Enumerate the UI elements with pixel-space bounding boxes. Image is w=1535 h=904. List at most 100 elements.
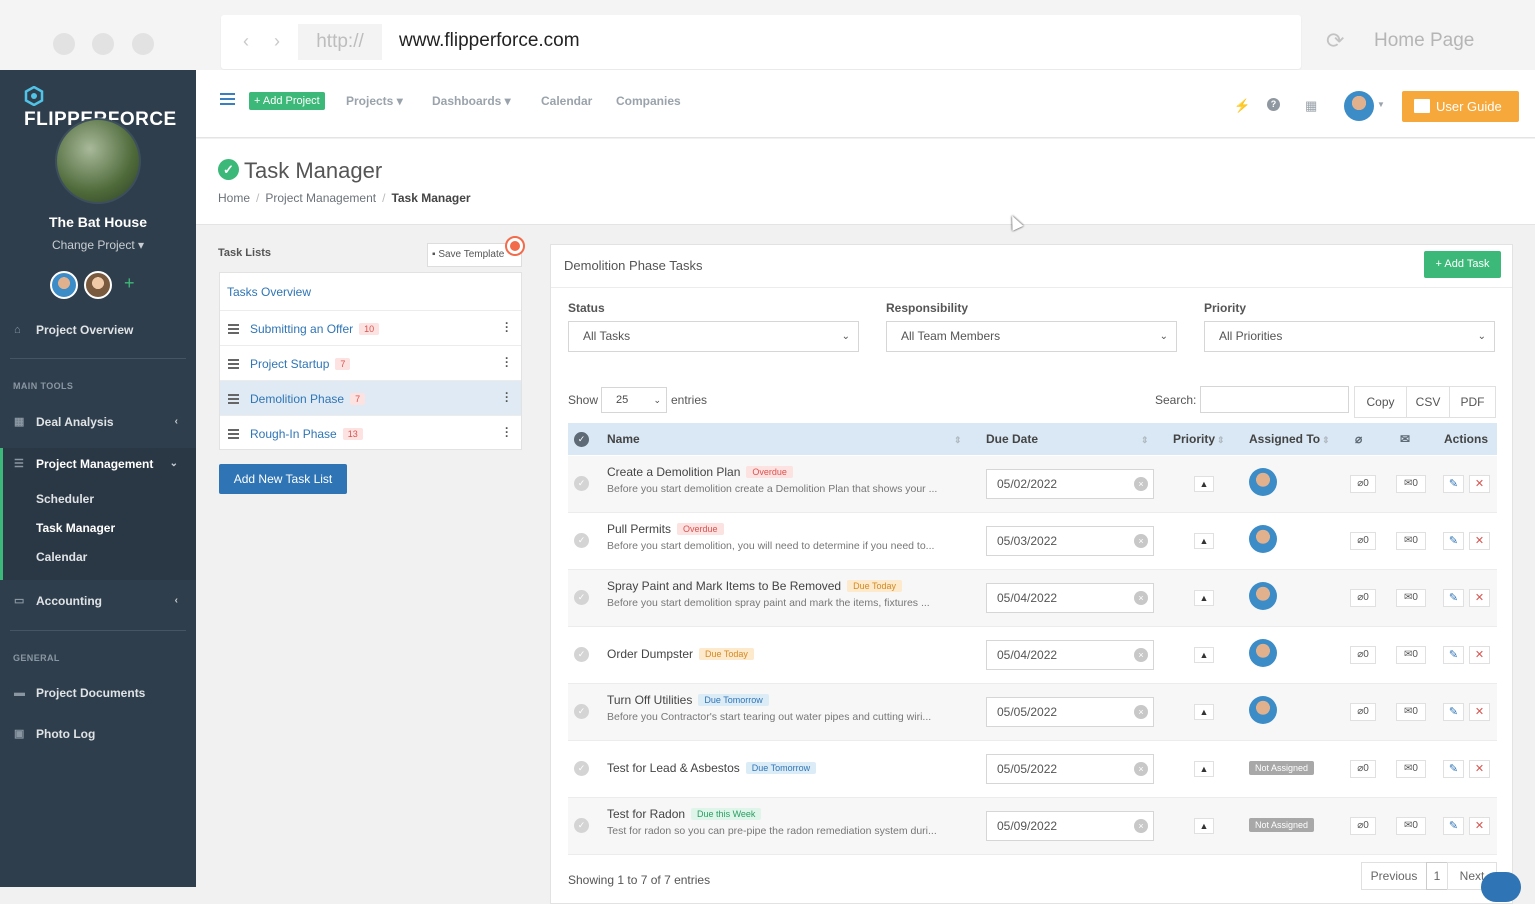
delete-icon[interactable]: ✕	[1469, 703, 1490, 721]
table-row[interactable]: ✓ Spray Paint and Mark Items to Be Remove…	[568, 570, 1497, 627]
due-date-input[interactable]: 05/03/2022 ×	[986, 526, 1154, 556]
csv-button[interactable]: CSV	[1406, 386, 1450, 418]
chat-bubble-icon[interactable]	[1481, 872, 1521, 902]
window-dot[interactable]	[132, 33, 154, 55]
col-priority[interactable]: Priority ⇕	[1173, 432, 1225, 446]
attachments-button[interactable]: ⌀0	[1350, 817, 1376, 835]
change-project-link[interactable]: Change Project ▾	[0, 238, 196, 252]
due-date-input[interactable]: 05/09/2022 ×	[986, 811, 1154, 841]
task-title[interactable]: Spray Paint and Mark Items to Be Removed	[607, 579, 841, 593]
task-name[interactable]: Test for Lead & Asbestos Due Tomorrow	[607, 761, 817, 775]
back-forward-icons[interactable]: ‹ ›	[243, 31, 290, 52]
delete-icon[interactable]: ✕	[1469, 532, 1490, 550]
comments-button[interactable]: ✉0	[1396, 475, 1426, 493]
complete-checkbox[interactable]: ✓	[574, 476, 589, 491]
search-input[interactable]	[1200, 386, 1349, 413]
sidebar-item-scheduler[interactable]: Scheduler	[36, 492, 94, 506]
pdf-button[interactable]: PDF	[1449, 386, 1496, 418]
attachments-button[interactable]: ⌀0	[1350, 646, 1376, 664]
attachments-button[interactable]: ⌀0	[1350, 532, 1376, 550]
breadcrumb-home[interactable]: Home	[218, 191, 250, 205]
attachments-button[interactable]: ⌀0	[1350, 703, 1376, 721]
sidebar-item-task-manager[interactable]: Task Manager	[36, 521, 115, 535]
chevron-down-icon[interactable]: ▼	[1377, 100, 1385, 109]
edit-icon[interactable]: ✎	[1443, 760, 1464, 778]
edit-icon[interactable]: ✎	[1443, 817, 1464, 835]
sidebar-item-project-documents[interactable]: ▬ Project Documents	[0, 676, 196, 710]
add-member-icon[interactable]: +	[124, 273, 135, 294]
task-list-item[interactable]: Submitting an Offer 10 · · ·	[220, 310, 521, 345]
task-list-item[interactable]: Project Startup 7 · · ·	[220, 345, 521, 380]
attachments-button[interactable]: ⌀0	[1350, 475, 1376, 493]
comments-button[interactable]: ✉0	[1396, 646, 1426, 664]
clear-icon[interactable]: ×	[1134, 762, 1148, 776]
address-bar[interactable]: ‹ › http:// www.flipperforce.com	[221, 15, 1301, 69]
comments-button[interactable]: ✉0	[1396, 703, 1426, 721]
task-title[interactable]: Order Dumpster	[607, 647, 693, 661]
sidebar-item-accounting[interactable]: ▭ Accounting ‹	[0, 584, 196, 618]
delete-icon[interactable]: ✕	[1469, 646, 1490, 664]
add-task-button[interactable]: + Add Task	[1424, 251, 1501, 278]
due-date-input[interactable]: 05/04/2022 ×	[986, 640, 1154, 670]
clear-icon[interactable]: ×	[1134, 705, 1148, 719]
task-name[interactable]: Create a Demolition Plan Overdue	[607, 465, 793, 479]
sidebar-item-calendar[interactable]: Calendar	[36, 550, 87, 564]
task-list-label[interactable]: Submitting an Offer	[250, 322, 353, 336]
assignee-avatar[interactable]	[1249, 582, 1277, 610]
task-title[interactable]: Turn Off Utilities	[607, 693, 692, 707]
edit-icon[interactable]: ✎	[1443, 646, 1464, 664]
col-name[interactable]: Name	[607, 432, 640, 446]
col-assigned-to[interactable]: Assigned To ⇕	[1249, 432, 1330, 446]
task-name[interactable]: Turn Off Utilities Due Tomorrow	[607, 693, 769, 707]
status-select[interactable]: All Tasks ⌄	[568, 321, 859, 352]
complete-checkbox[interactable]: ✓	[574, 704, 589, 719]
clear-icon[interactable]: ×	[1134, 648, 1148, 662]
task-list-label[interactable]: Rough-In Phase	[250, 427, 337, 441]
task-title[interactable]: Test for Lead & Asbestos	[607, 761, 740, 775]
tasks-overview-link[interactable]: Tasks Overview	[227, 285, 311, 299]
assignee-avatar[interactable]	[1249, 639, 1277, 667]
due-date-input[interactable]: 05/02/2022 ×	[986, 469, 1154, 499]
task-list-label[interactable]: Demolition Phase	[250, 392, 344, 406]
complete-checkbox[interactable]: ✓	[574, 590, 589, 605]
priority-warning-icon[interactable]: ▲	[1194, 761, 1214, 777]
table-row[interactable]: ✓ Test for Lead & Asbestos Due Tomorrow 05/…	[568, 741, 1497, 798]
table-row[interactable]: ✓ Test for Radon Due this Week Test for rad…	[568, 798, 1497, 855]
due-date-input[interactable]: 05/05/2022 ×	[986, 697, 1154, 727]
home-page-link[interactable]: Home Page	[1374, 30, 1474, 52]
delete-icon[interactable]: ✕	[1469, 475, 1490, 493]
sort-icon[interactable]: ⇕	[1139, 432, 1149, 446]
priority-warning-icon[interactable]: ▲	[1194, 533, 1214, 549]
attachments-button[interactable]: ⌀0	[1350, 589, 1376, 607]
due-date-input[interactable]: 05/04/2022 ×	[986, 583, 1154, 613]
complete-checkbox[interactable]: ✓	[574, 761, 589, 776]
team-member-avatar[interactable]	[84, 271, 112, 299]
drag-handle-icon[interactable]	[228, 359, 239, 371]
priority-warning-icon[interactable]: ▲	[1194, 704, 1214, 720]
assignee-avatar[interactable]	[1249, 525, 1277, 553]
menu-icon[interactable]	[220, 93, 235, 108]
task-name[interactable]: Pull Permits Overdue	[607, 522, 724, 536]
comments-button[interactable]: ✉0	[1396, 760, 1426, 778]
priority-warning-icon[interactable]: ▲	[1194, 818, 1214, 834]
priority-warning-icon[interactable]: ▲	[1194, 476, 1214, 492]
edit-icon[interactable]: ✎	[1443, 703, 1464, 721]
edit-icon[interactable]: ✎	[1443, 475, 1464, 493]
table-row[interactable]: ✓ Turn Off Utilities Due Tomorrow Before yo…	[568, 684, 1497, 741]
copy-button[interactable]: Copy	[1354, 386, 1407, 418]
user-guide-button[interactable]: User Guide	[1402, 91, 1519, 122]
col-due-date[interactable]: Due Date	[986, 432, 1038, 446]
breadcrumb-project-management[interactable]: Project Management	[265, 191, 376, 205]
due-date-input[interactable]: 05/05/2022 ×	[986, 754, 1154, 784]
table-row[interactable]: ✓ Create a Demolition Plan Overdue Before y…	[568, 456, 1497, 513]
select-all-icon[interactable]: ✓	[574, 432, 589, 447]
task-title[interactable]: Pull Permits	[607, 522, 671, 536]
clear-icon[interactable]: ×	[1134, 819, 1148, 833]
task-title[interactable]: Create a Demolition Plan	[607, 465, 740, 479]
table-row[interactable]: ✓ Order Dumpster Due Today 05/04/2022 × ▲ ⌀0 ✉0…	[568, 627, 1497, 684]
project-photo[interactable]	[55, 118, 141, 204]
sidebar-item-project-management[interactable]: ☰ Project Management ⌄	[0, 447, 196, 481]
task-list-item-active[interactable]: Demolition Phase 7 · · ·	[220, 380, 521, 415]
page-1-button[interactable]: 1	[1426, 862, 1448, 890]
priority-warning-icon[interactable]: ▲	[1194, 647, 1214, 663]
